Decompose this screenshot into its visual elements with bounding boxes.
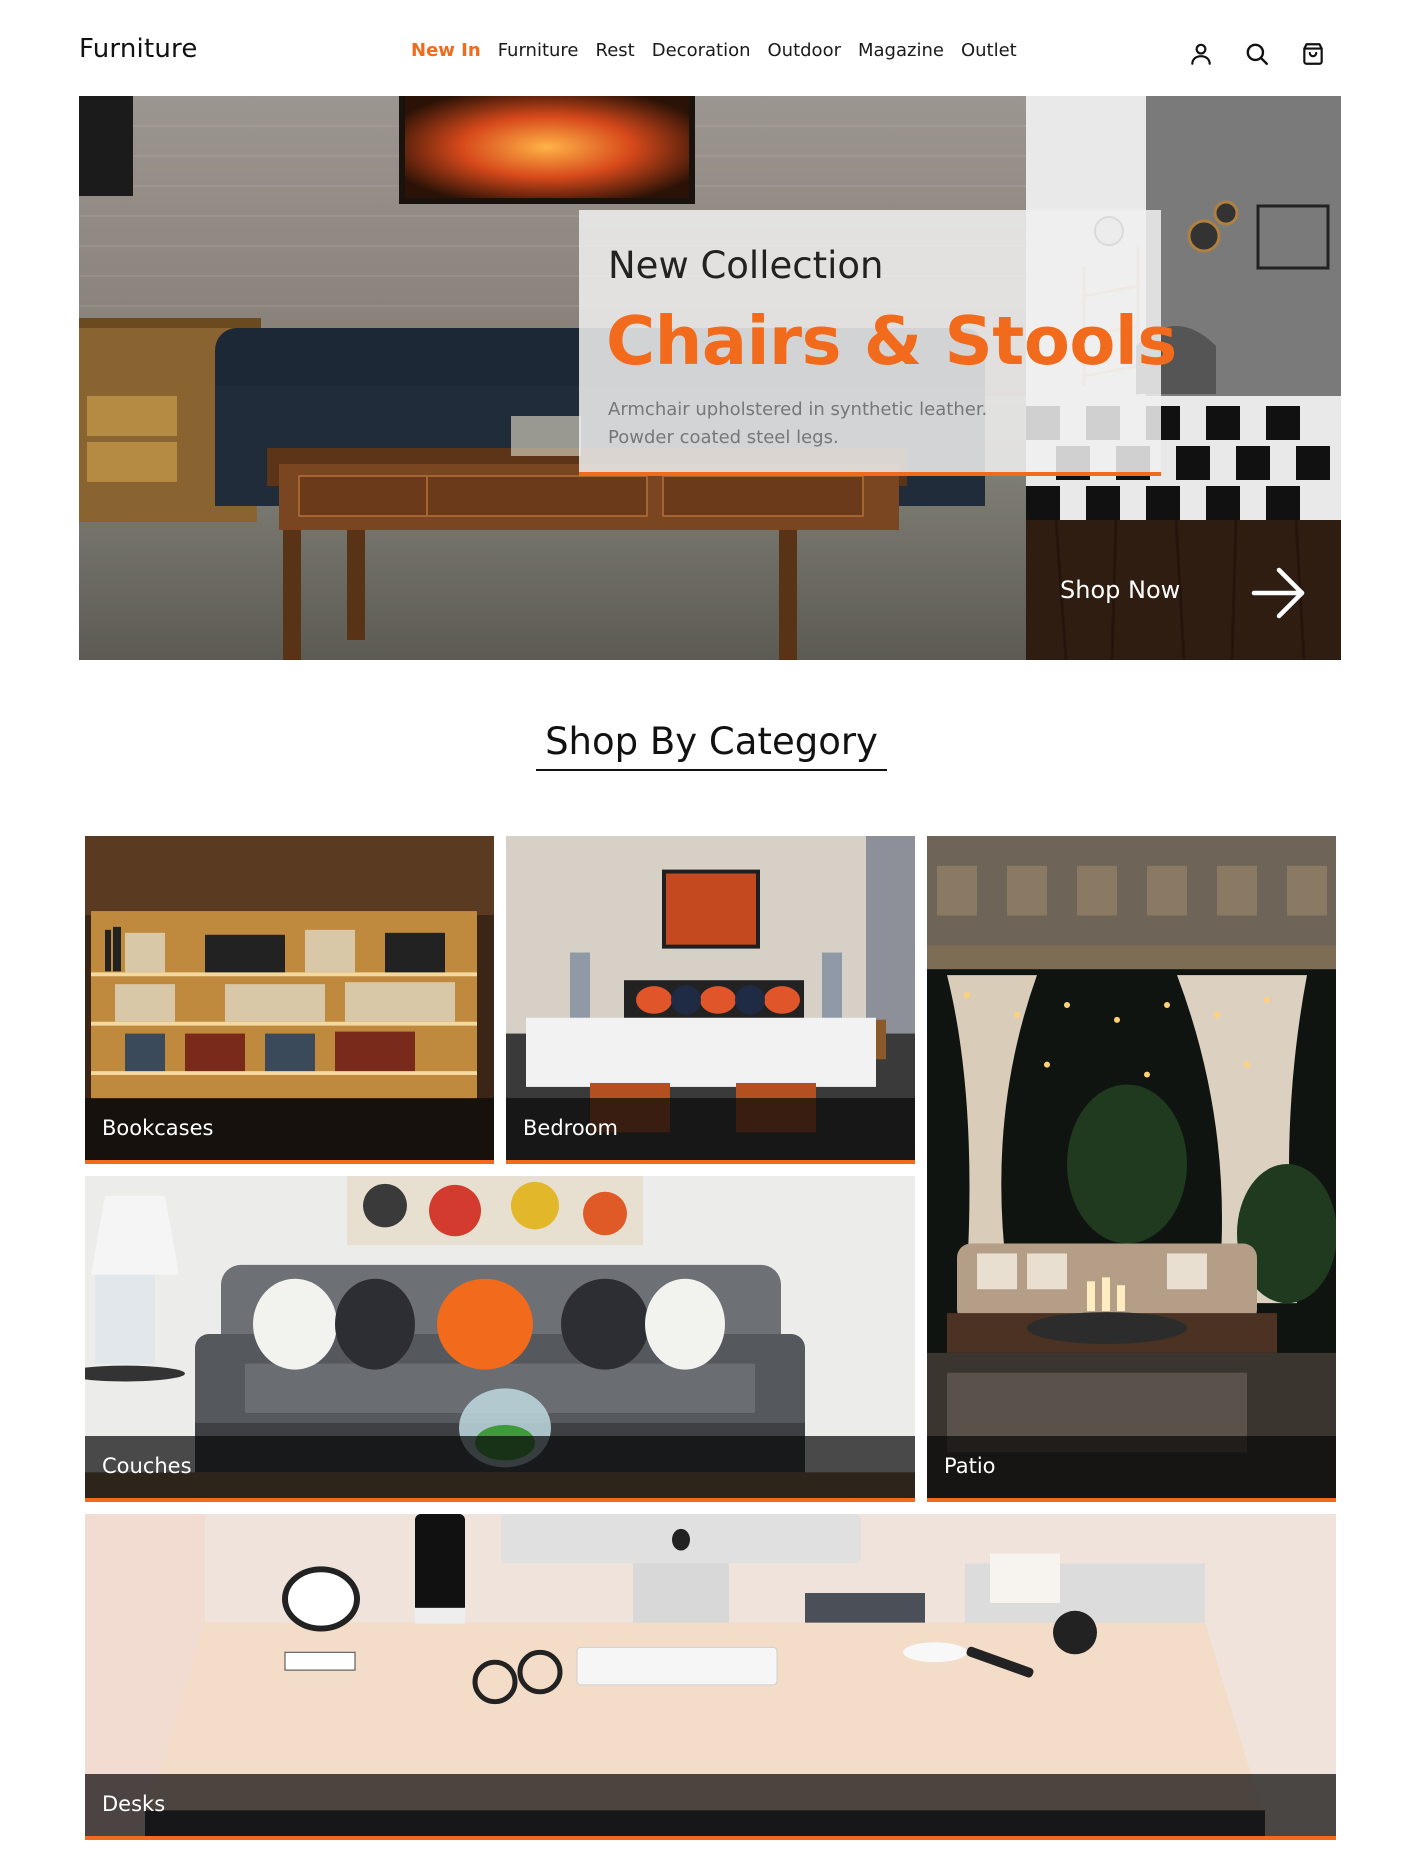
nav-magazine[interactable]: Magazine	[858, 40, 944, 61]
hero-description: Armchair upholstered in synthetic leathe…	[608, 396, 987, 452]
brand-logo[interactable]: Furniture	[79, 34, 198, 64]
category-tile-couches[interactable]: Couches	[85, 1176, 915, 1502]
arrow-right-icon	[1251, 567, 1305, 619]
main-nav: New In Furniture Rest Decoration Outdoor…	[411, 40, 1017, 61]
hero-banner: Shop Now New Collection Chairs & Stools …	[79, 96, 1341, 660]
hero-promo-card: New Collection Chairs & Stools Armchair …	[579, 210, 1177, 476]
category-tile-bookcases[interactable]: Bookcases	[85, 836, 494, 1164]
tile-caption-bar: Patio	[927, 1436, 1336, 1498]
patio-photo	[927, 836, 1336, 1498]
nav-new-in[interactable]: New In	[411, 40, 481, 61]
category-tile-patio[interactable]: Patio	[927, 836, 1336, 1502]
tile-label-couches: Couches	[102, 1454, 192, 1478]
tile-caption-bar: Bookcases	[85, 1098, 494, 1160]
category-tile-desks[interactable]: Desks	[85, 1514, 1336, 1840]
search-icon[interactable]	[1241, 38, 1273, 70]
site-header: Furniture New In Furniture Rest Decorati…	[0, 0, 1423, 96]
nav-furniture[interactable]: Furniture	[498, 40, 579, 61]
tile-caption-bar: Desks	[85, 1774, 1336, 1836]
shop-now-label: Shop Now	[1060, 576, 1181, 604]
hero-headline: Chairs & Stools	[606, 302, 1177, 380]
hero-description-line-1: Armchair upholstered in synthetic leathe…	[608, 399, 988, 420]
shopping-bag-icon[interactable]	[1297, 38, 1329, 70]
tile-label-patio: Patio	[944, 1454, 996, 1478]
tile-caption-bar: Couches	[85, 1436, 915, 1498]
nav-outlet[interactable]: Outlet	[961, 40, 1017, 61]
user-icon[interactable]	[1185, 38, 1217, 70]
header-actions	[1185, 38, 1329, 70]
tile-label-bedroom: Bedroom	[523, 1116, 618, 1140]
nav-outdoor[interactable]: Outdoor	[768, 40, 842, 61]
tile-label-desks: Desks	[102, 1792, 166, 1816]
nav-decoration[interactable]: Decoration	[652, 40, 751, 61]
hero-description-line-2: Powder coated steel legs.	[608, 427, 839, 448]
nav-rest[interactable]: Rest	[596, 40, 635, 61]
tile-label-bookcases: Bookcases	[102, 1116, 214, 1140]
tile-caption-bar: Bedroom	[506, 1098, 915, 1160]
category-section-header: Shop By Category	[0, 720, 1423, 771]
category-tile-bedroom[interactable]: Bedroom	[506, 836, 915, 1164]
hero-kicker: New Collection	[608, 244, 884, 287]
shop-now-button[interactable]: Shop Now	[1026, 520, 1341, 660]
category-section-title: Shop By Category	[536, 720, 887, 771]
